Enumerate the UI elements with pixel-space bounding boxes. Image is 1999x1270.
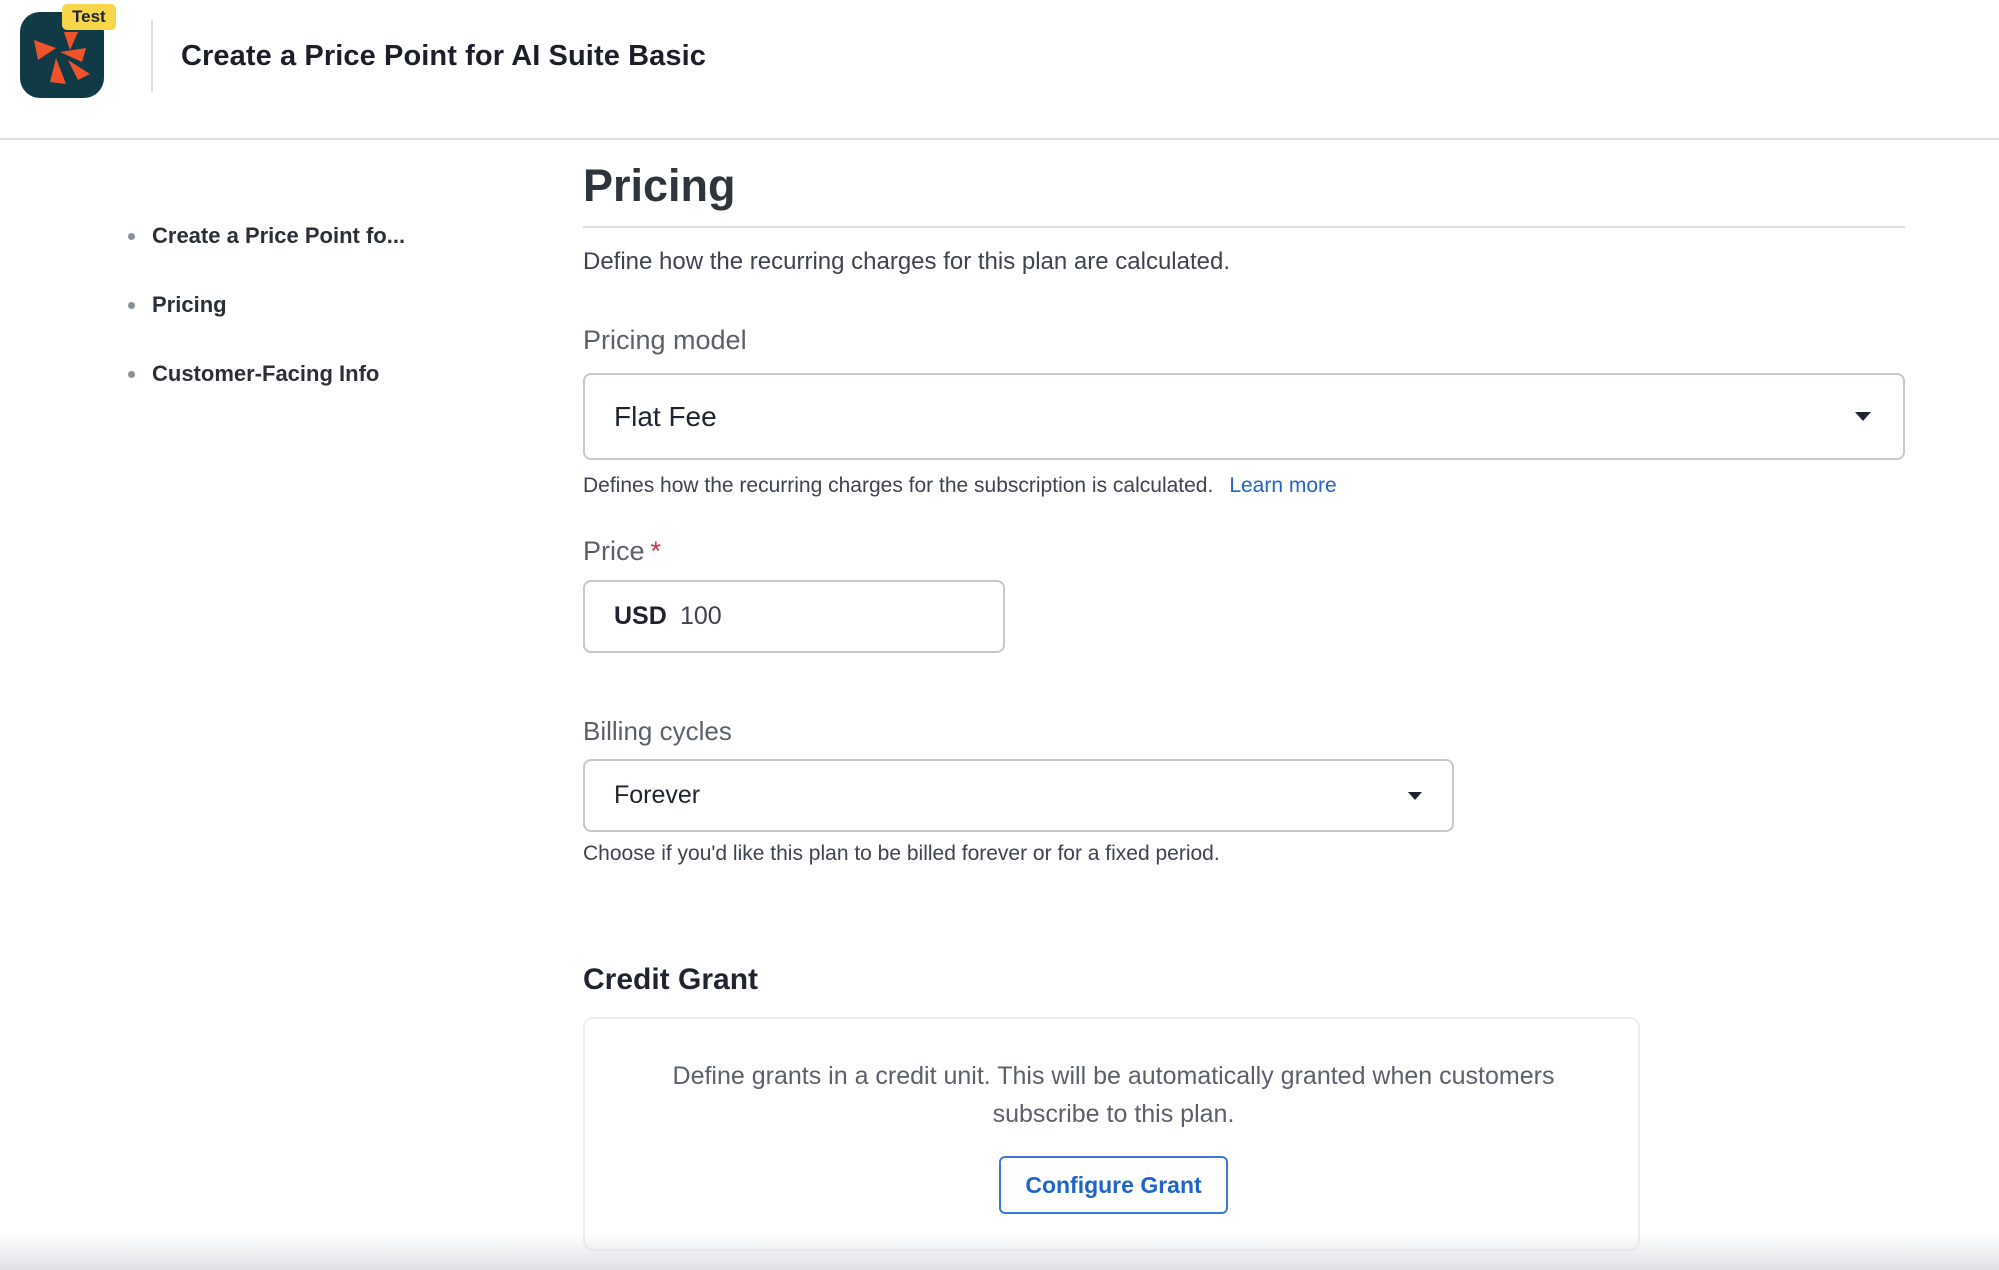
price-amount[interactable]: 100: [680, 602, 722, 631]
chevron-down-icon: [1408, 792, 1422, 800]
credit-grant-description: Define grants in a credit unit. This wil…: [672, 1062, 1555, 1128]
nav-item-pricing[interactable]: Pricing: [128, 289, 468, 358]
nav-item-create-price-point[interactable]: Create a Price Point fo...: [128, 220, 468, 289]
billing-cycles-label: Billing cycles: [583, 716, 732, 746]
header-divider: [151, 20, 153, 92]
section-title: Pricing: [583, 160, 736, 211]
credit-grant-title: Credit Grant: [583, 963, 759, 996]
pricing-model-help-text: Defines how the recurring charges for th…: [583, 474, 1214, 497]
price-currency: USD: [614, 602, 667, 630]
scroll-fade: [0, 1232, 1999, 1270]
section-description: Define how the recurring charges for thi…: [583, 248, 1231, 275]
section-divider: [583, 226, 1905, 228]
page-title: Create a Price Point for AI Suite Basic: [181, 40, 706, 72]
chevron-down-icon: [1855, 412, 1871, 421]
test-mode-badge: Test: [62, 4, 116, 30]
price-label: Price *: [583, 536, 661, 567]
required-mark: *: [650, 536, 662, 566]
billing-cycles-value: Forever: [614, 781, 701, 809]
pricing-model-help: Defines how the recurring charges for th…: [583, 474, 1337, 498]
credit-grant-card: Define grants in a credit unit. This wil…: [583, 1017, 1640, 1251]
pricing-model-select[interactable]: Flat Fee: [583, 373, 1905, 460]
price-input[interactable]: USD 100: [583, 580, 1005, 653]
pricing-model-label: Pricing model: [583, 325, 747, 355]
configure-grant-button[interactable]: Configure Grant: [999, 1156, 1228, 1214]
billing-cycles-help: Choose if you'd like this plan to be bil…: [583, 842, 1220, 865]
learn-more-link[interactable]: Learn more: [1229, 474, 1336, 497]
billing-cycles-select[interactable]: Forever: [583, 759, 1454, 832]
nav-item-customer-facing-info[interactable]: Customer-Facing Info: [128, 358, 468, 427]
app-header: Test Create a Price Point for AI Suite B…: [0, 0, 1999, 140]
section-nav: Create a Price Point fo... Pricing Custo…: [128, 220, 468, 427]
price-label-text: Price: [583, 536, 645, 566]
pricing-model-value: Flat Fee: [614, 401, 717, 432]
